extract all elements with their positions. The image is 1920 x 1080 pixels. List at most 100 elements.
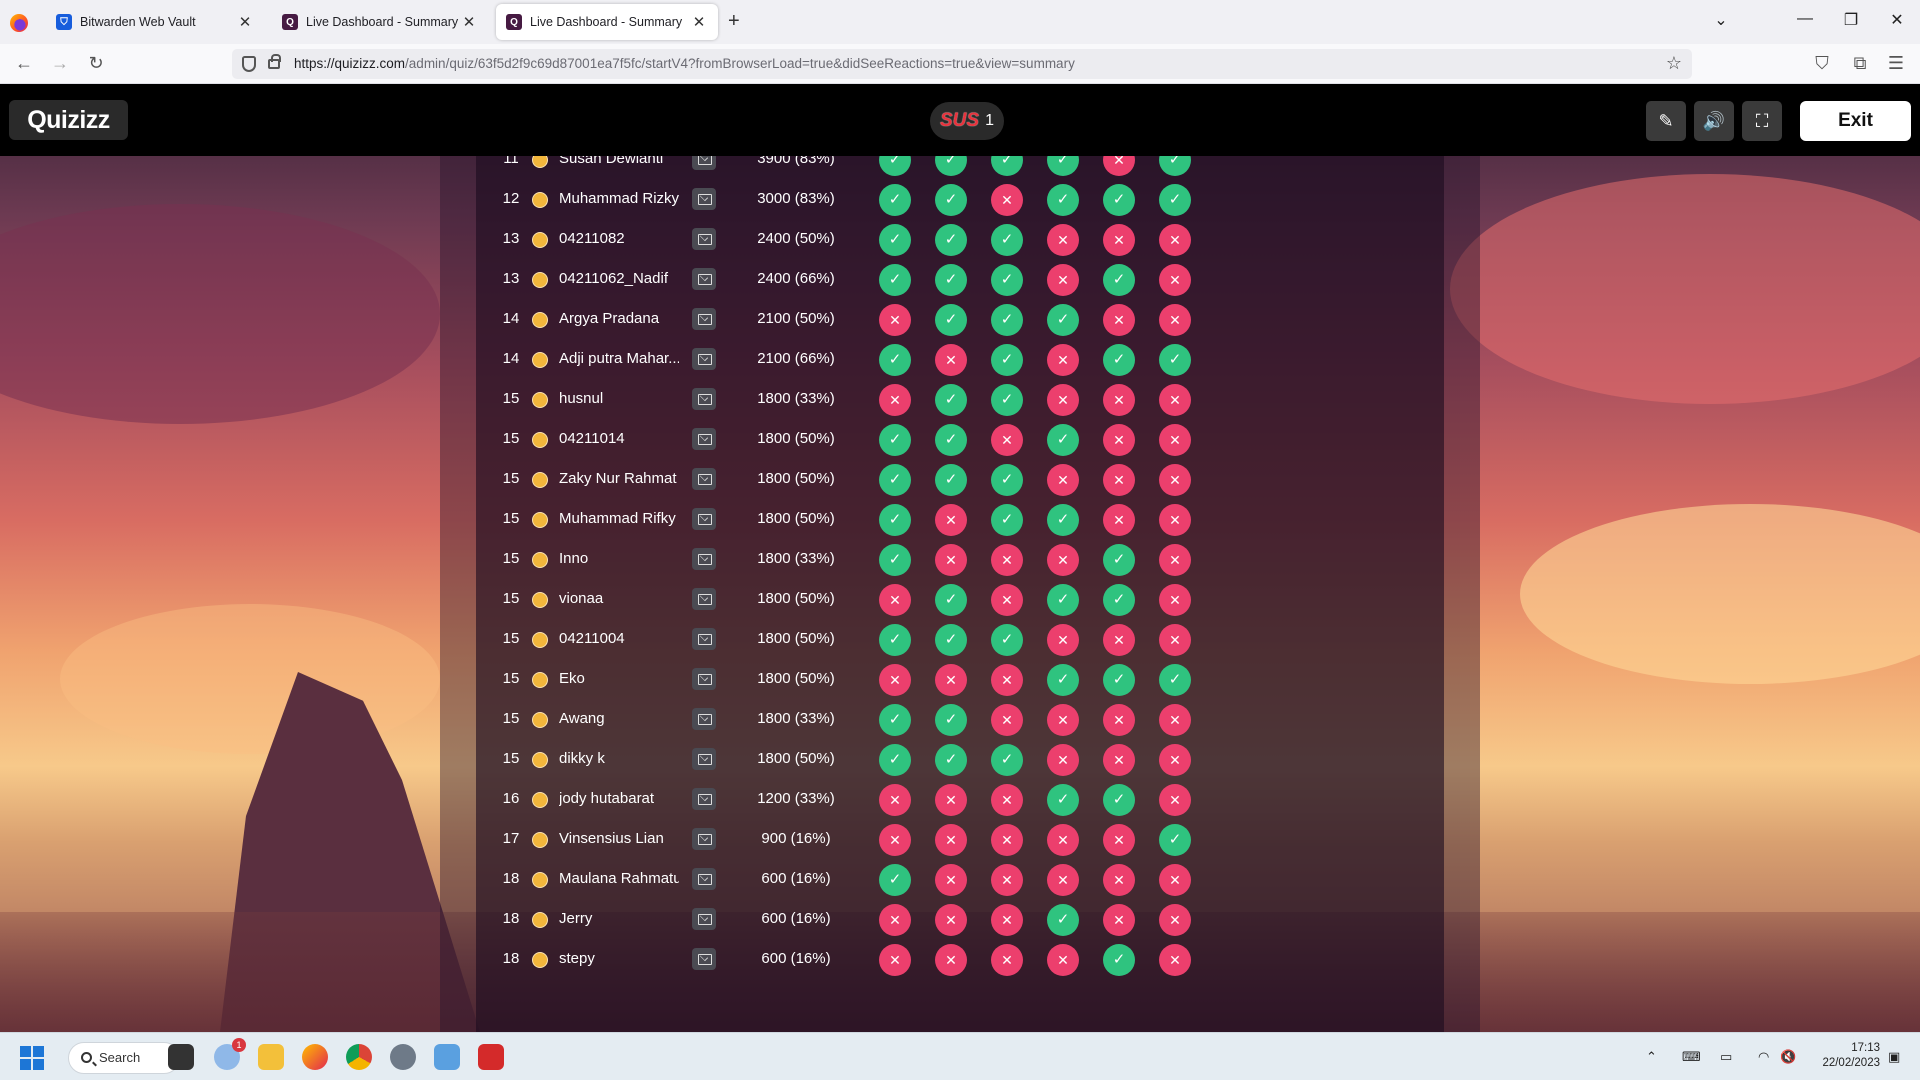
tab-bitwarden[interactable]: ⛉ Bitwarden Web Vault ✕	[46, 4, 264, 40]
leaderboard-row[interactable]: 18 Jerry 600 (16%) ✕ ✕ ✕ ✓ ✕ ✕	[476, 899, 1444, 939]
incorrect-cross-icon[interactable]: ✕	[879, 784, 911, 816]
mail-icon[interactable]	[692, 628, 716, 650]
quizizz-logo[interactable]: Quizizz	[9, 100, 128, 140]
correct-check-icon[interactable]: ✓	[1159, 344, 1191, 376]
incorrect-cross-icon[interactable]: ✕	[991, 784, 1023, 816]
mail-icon[interactable]	[692, 188, 716, 210]
player-name[interactable]: Muhammad Rifky R...	[559, 510, 679, 527]
incorrect-cross-icon[interactable]: ✕	[1159, 624, 1191, 656]
correct-check-icon[interactable]: ✓	[935, 384, 967, 416]
player-name[interactable]: Zaky Nur Rahmat	[559, 470, 679, 487]
quiz-code-badge[interactable]: SUS 1	[930, 102, 1004, 140]
mail-icon[interactable]	[692, 788, 716, 810]
incorrect-cross-icon[interactable]: ✕	[1159, 424, 1191, 456]
extensions-icon[interactable]: ⧉	[1848, 53, 1872, 74]
correct-check-icon[interactable]: ✓	[879, 544, 911, 576]
acrobat-icon[interactable]	[478, 1044, 504, 1070]
player-name[interactable]: Vinsensius Lian	[559, 830, 679, 847]
correct-check-icon[interactable]: ✓	[1103, 184, 1135, 216]
correct-check-icon[interactable]: ✓	[991, 384, 1023, 416]
correct-check-icon[interactable]: ✓	[935, 464, 967, 496]
window-close-icon[interactable]: ✕	[1882, 10, 1912, 30]
incorrect-cross-icon[interactable]: ✕	[1159, 464, 1191, 496]
correct-check-icon[interactable]: ✓	[1047, 664, 1079, 696]
mail-icon[interactable]	[692, 428, 716, 450]
correct-check-icon[interactable]: ✓	[935, 184, 967, 216]
leaderboard-row[interactable]: 15 Muhammad Rifky R... 1800 (50%) ✓ ✕ ✓ ✓ ✕ ✕	[476, 499, 1444, 539]
correct-check-icon[interactable]: ✓	[879, 504, 911, 536]
incorrect-cross-icon[interactable]: ✕	[935, 864, 967, 896]
correct-check-icon[interactable]: ✓	[935, 624, 967, 656]
player-name[interactable]: vionaa	[559, 590, 679, 607]
sound-icon[interactable]: 🔊	[1694, 101, 1734, 141]
weather-icon[interactable]: 1	[214, 1038, 246, 1070]
incorrect-cross-icon[interactable]: ✕	[1159, 304, 1191, 336]
correct-check-icon[interactable]: ✓	[879, 424, 911, 456]
incorrect-cross-icon[interactable]: ✕	[991, 704, 1023, 736]
correct-check-icon[interactable]: ✓	[1047, 184, 1079, 216]
correct-check-icon[interactable]: ✓	[935, 304, 967, 336]
firefox-icon[interactable]	[10, 14, 28, 32]
leaderboard-row[interactable]: 15 Eko 1800 (50%) ✕ ✕ ✕ ✓ ✓ ✓	[476, 659, 1444, 699]
leaderboard-row[interactable]: 18 Maulana Rahmatul... 600 (16%) ✓ ✕ ✕ ✕ ✕ ✕	[476, 859, 1444, 899]
player-name[interactable]: dikky k	[559, 750, 679, 767]
volume-muted-icon[interactable]: 🔇	[1780, 1049, 1796, 1065]
file-explorer-icon[interactable]	[258, 1044, 284, 1070]
correct-check-icon[interactable]: ✓	[1103, 944, 1135, 976]
incorrect-cross-icon[interactable]: ✕	[1159, 584, 1191, 616]
list-tabs-icon[interactable]: ⌄	[1706, 10, 1736, 30]
incorrect-cross-icon[interactable]: ✕	[1103, 224, 1135, 256]
incorrect-cross-icon[interactable]: ✕	[879, 944, 911, 976]
incorrect-cross-icon[interactable]: ✕	[991, 664, 1023, 696]
correct-check-icon[interactable]: ✓	[991, 224, 1023, 256]
player-name[interactable]: 04211082	[559, 230, 679, 247]
correct-check-icon[interactable]: ✓	[879, 624, 911, 656]
correct-check-icon[interactable]: ✓	[1103, 784, 1135, 816]
chrome-icon[interactable]	[346, 1044, 372, 1070]
correct-check-icon[interactable]: ✓	[879, 184, 911, 216]
mail-icon[interactable]	[692, 468, 716, 490]
incorrect-cross-icon[interactable]: ✕	[1159, 224, 1191, 256]
leaderboard-row[interactable]: 14 Adji putra Mahar... 2100 (66%) ✓ ✕ ✓ ✕ ✓ ✓	[476, 339, 1444, 379]
correct-check-icon[interactable]: ✓	[879, 864, 911, 896]
mail-icon[interactable]	[692, 508, 716, 530]
player-name[interactable]: Adji putra Mahar...	[559, 350, 679, 367]
player-name[interactable]: stepy	[559, 950, 679, 967]
incorrect-cross-icon[interactable]: ✕	[879, 584, 911, 616]
incorrect-cross-icon[interactable]: ✕	[991, 544, 1023, 576]
correct-check-icon[interactable]: ✓	[935, 264, 967, 296]
correct-check-icon[interactable]: ✓	[935, 224, 967, 256]
restore-icon[interactable]: ❐	[1836, 10, 1866, 30]
taskbar-search[interactable]: Search	[68, 1042, 180, 1074]
incorrect-cross-icon[interactable]: ✕	[1159, 504, 1191, 536]
correct-check-icon[interactable]: ✓	[991, 744, 1023, 776]
player-name[interactable]: Maulana Rahmatul...	[559, 870, 679, 887]
correct-check-icon[interactable]: ✓	[1047, 584, 1079, 616]
correct-check-icon[interactable]: ✓	[1159, 184, 1191, 216]
incorrect-cross-icon[interactable]: ✕	[1047, 344, 1079, 376]
correct-check-icon[interactable]: ✓	[1159, 664, 1191, 696]
leaderboard-row[interactable]: 15 04211014 1800 (50%) ✓ ✓ ✕ ✓ ✕ ✕	[476, 419, 1444, 459]
correct-check-icon[interactable]: ✓	[879, 464, 911, 496]
leaderboard-row[interactable]: 17 Vinsensius Lian 900 (16%) ✕ ✕ ✕ ✕ ✕ ✓	[476, 819, 1444, 859]
settings-gear-icon[interactable]	[390, 1044, 416, 1070]
mail-icon[interactable]	[692, 268, 716, 290]
incorrect-cross-icon[interactable]: ✕	[1103, 864, 1135, 896]
new-tab-icon[interactable]: +	[728, 10, 740, 33]
player-name[interactable]: 04211014	[559, 430, 679, 447]
leaderboard-row[interactable]: 18 stepy 600 (16%) ✕ ✕ ✕ ✕ ✓ ✕	[476, 939, 1444, 979]
player-name[interactable]: Argya Pradana	[559, 310, 679, 327]
player-name[interactable]: Awang	[559, 710, 679, 727]
leaderboard-row[interactable]: 15 husnul 1800 (33%) ✕ ✓ ✓ ✕ ✕ ✕	[476, 379, 1444, 419]
mail-icon[interactable]	[692, 908, 716, 930]
incorrect-cross-icon[interactable]: ✕	[1047, 464, 1079, 496]
incorrect-cross-icon[interactable]: ✕	[879, 824, 911, 856]
system-clock[interactable]: 17:13 22/02/2023	[1810, 1041, 1880, 1071]
pocket-icon[interactable]: ⛉	[1810, 53, 1834, 74]
correct-check-icon[interactable]: ✓	[879, 344, 911, 376]
incorrect-cross-icon[interactable]: ✕	[1103, 304, 1135, 336]
incorrect-cross-icon[interactable]: ✕	[1047, 544, 1079, 576]
leaderboard-row[interactable]: 15 dikky k 1800 (50%) ✓ ✓ ✓ ✕ ✕ ✕	[476, 739, 1444, 779]
correct-check-icon[interactable]: ✓	[991, 504, 1023, 536]
incorrect-cross-icon[interactable]: ✕	[991, 944, 1023, 976]
